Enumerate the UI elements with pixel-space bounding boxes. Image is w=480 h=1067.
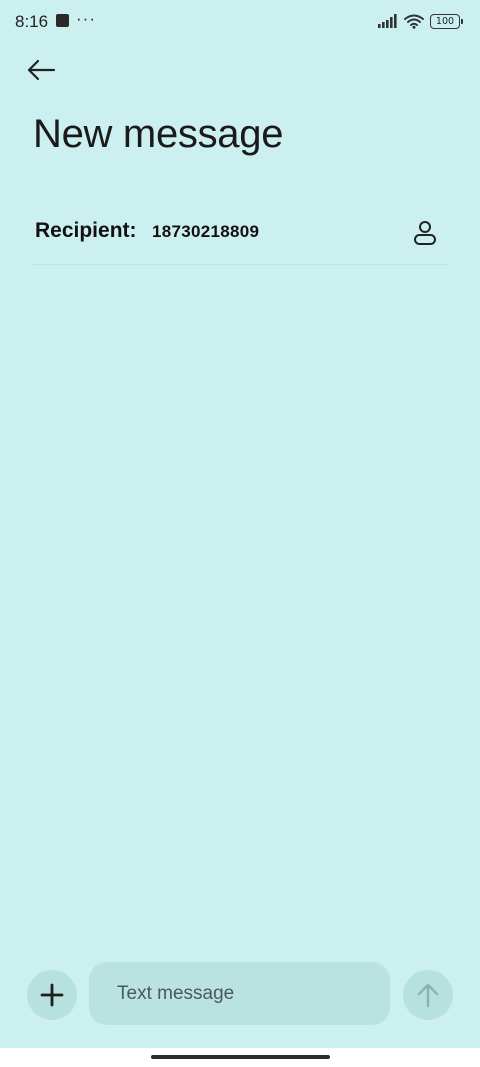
wifi-icon: [404, 14, 424, 29]
recipient-row[interactable]: Recipient: 18730218809: [32, 204, 448, 265]
battery-icon: 100: [430, 13, 463, 29]
status-icons: 100: [378, 12, 463, 30]
message-input[interactable]: [89, 962, 390, 1025]
home-indicator[interactable]: [151, 1055, 330, 1059]
recipient-label: Recipient:: [35, 219, 137, 242]
page-title: New message: [33, 112, 284, 156]
recipient-number[interactable]: 18730218809: [152, 222, 259, 242]
attach-button[interactable]: [27, 970, 77, 1020]
arrow-up-icon: [417, 983, 439, 1008]
message-screen: 8:16 ··· 100 New message Recipient: 1873…: [0, 0, 480, 1048]
send-button[interactable]: [403, 970, 453, 1020]
signal-icon: [378, 14, 397, 28]
plus-icon: [40, 983, 64, 1007]
person-icon: [414, 221, 436, 245]
status-time: 8:16: [15, 12, 49, 31]
more-notifications-icon: ···: [76, 9, 96, 28]
notification-icon: [56, 14, 69, 27]
select-contact-button[interactable]: [408, 216, 442, 250]
compose-bar: [0, 960, 480, 1028]
arrow-left-icon: [27, 59, 56, 81]
status-bar: 8:16 ··· 100: [0, 0, 480, 42]
back-button[interactable]: [20, 50, 62, 90]
navigation-bar: [0, 1048, 480, 1067]
